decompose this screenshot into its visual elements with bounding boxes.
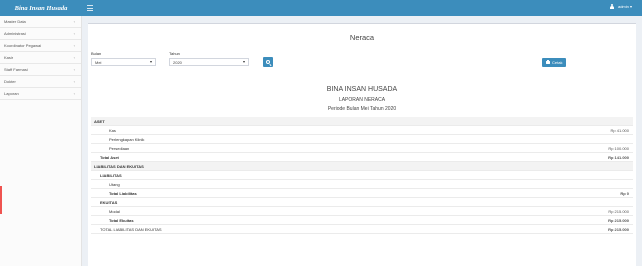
- table-row: Total Aset Rp 141.000: [91, 153, 633, 162]
- user-menu-label: admin ▾: [617, 4, 632, 9]
- print-button-label: Cetak: [552, 60, 563, 65]
- chevron-left-icon: ‹: [73, 79, 75, 84]
- print-button[interactable]: Cetak: [542, 58, 567, 67]
- tahun-select-value: 2020: [173, 59, 182, 65]
- sidebar-item-kasir[interactable]: Kasir ‹: [0, 52, 81, 64]
- bulan-label: Bulan: [91, 51, 102, 56]
- sidebar-item-label: Master Data: [4, 19, 26, 24]
- page-title: Neraca: [349, 33, 375, 42]
- sidebar: Master Data ‹ Administrasi ‹ Koordinator P…: [0, 16, 82, 266]
- sidebar-item-label: Dokter: [4, 79, 16, 84]
- balance-sheet-table: ASET Kas Rp 41.000 Perlengkapan Klinik Pe…: [91, 117, 633, 234]
- sidebar-item-label: Laporan: [4, 91, 19, 96]
- table-row: Utang: [91, 180, 633, 189]
- sidebar-item-label: Staff Farmasi: [4, 67, 28, 72]
- main-content: Neraca Bulan Mei Tahun 2020 Cetak BINA I…: [82, 16, 642, 266]
- table-row: TOTAL LIABILITAS DAN EKUITAS Rp 215.000: [91, 225, 633, 234]
- tahun-label: Tahun: [169, 51, 180, 56]
- tahun-select[interactable]: 2020: [169, 58, 249, 66]
- chevron-left-icon: ‹: [73, 31, 75, 36]
- report-card: Neraca Bulan Mei Tahun 2020 Cetak BINA I…: [88, 23, 636, 266]
- user-icon: [610, 4, 615, 9]
- sidebar-item-label: Koordinator Pegawai: [4, 43, 42, 48]
- sidebar-item-label: Kasir: [4, 55, 14, 60]
- chevron-down-icon: [243, 61, 245, 64]
- sidebar-item-administrasi[interactable]: Administrasi ‹: [0, 28, 81, 40]
- sidebar-item-dokter[interactable]: Dokter ‹: [0, 76, 81, 88]
- user-menu[interactable]: admin ▾: [610, 4, 632, 9]
- report-title: LAPORAN NERACA: [338, 97, 386, 103]
- search-button[interactable]: [263, 57, 273, 67]
- chevron-down-icon: [150, 61, 152, 64]
- printer-icon: [546, 60, 550, 64]
- table-row: Total Ekuitas Rp 215.000: [91, 216, 633, 225]
- report-period: Periode Bulan Mei Tahun 2020: [327, 106, 397, 112]
- search-icon: [266, 60, 270, 64]
- sidebar-accent-bar: [0, 186, 2, 214]
- sidebar-item-master-data[interactable]: Master Data ‹: [0, 16, 81, 28]
- bulan-select-value: Mei: [95, 59, 102, 65]
- table-row: Persediaan Rp 100.000: [91, 144, 633, 153]
- chevron-left-icon: ‹: [73, 91, 75, 96]
- table-row: Modal Rp 215.000: [91, 207, 633, 216]
- report-org: BINA INSAN HUSADA: [326, 86, 398, 93]
- table-row: Total Liabilitas Rp 0: [91, 189, 633, 198]
- top-navbar: admin ▾: [82, 0, 642, 16]
- table-row: LIABILITAS: [91, 171, 633, 180]
- menu-toggle-icon[interactable]: [87, 5, 93, 11]
- chevron-left-icon: ‹: [73, 55, 75, 60]
- sidebar-item-laporan[interactable]: Laporan ‹: [0, 88, 81, 100]
- table-row: LIABILITAS DAN EKUITAS: [91, 162, 633, 171]
- bulan-select[interactable]: Mei: [91, 58, 156, 66]
- table-row: ASET: [91, 117, 633, 126]
- chevron-left-icon: ‹: [73, 67, 75, 72]
- sidebar-item-koordinator-pegawai[interactable]: Koordinator Pegawai ‹: [0, 40, 81, 52]
- chevron-left-icon: ‹: [73, 19, 75, 24]
- app-logo[interactable]: Bina Insan Husada: [0, 0, 82, 16]
- sidebar-item-staff-farmasi[interactable]: Staff Farmasi ‹: [0, 64, 81, 76]
- table-row: Kas Rp 41.000: [91, 126, 633, 135]
- chevron-left-icon: ‹: [73, 43, 75, 48]
- table-row: Perlengkapan Klinik: [91, 135, 633, 144]
- table-row: EKUITAS: [91, 198, 633, 207]
- sidebar-item-label: Administrasi: [4, 31, 26, 36]
